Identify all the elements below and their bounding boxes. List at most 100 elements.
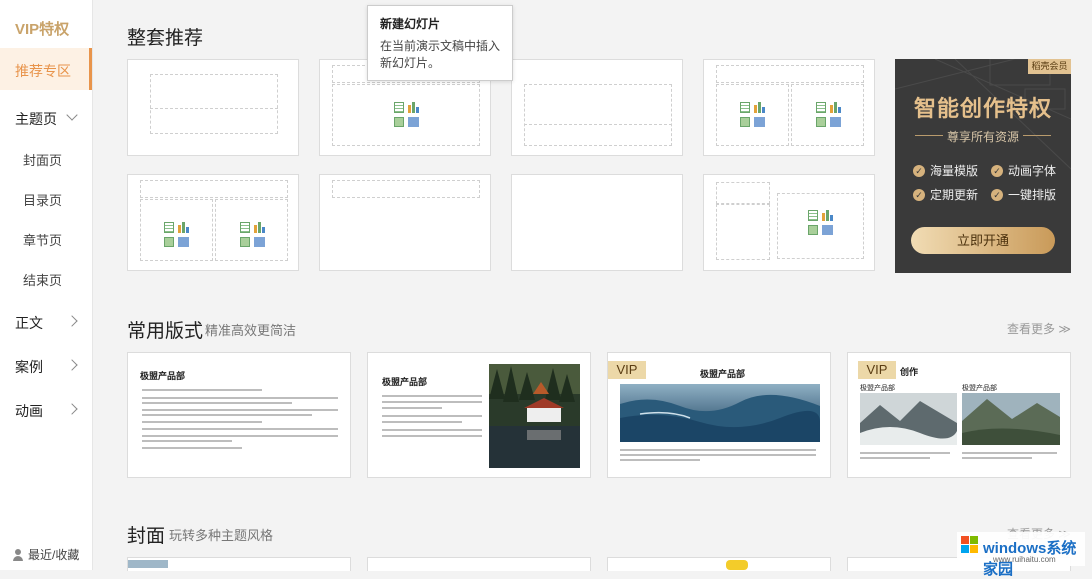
template-card[interactable] — [127, 59, 299, 156]
text-line — [382, 401, 482, 403]
text-line — [382, 421, 462, 423]
placeholder — [716, 182, 770, 204]
check-icon: ✓ — [991, 164, 1003, 177]
text-line — [382, 415, 482, 417]
content-placeholder-icon — [240, 222, 266, 250]
sidebar-subitem-cover[interactable]: 封面页 — [23, 150, 62, 169]
misty-mountain-image — [860, 393, 957, 445]
ocean-waves-image — [620, 384, 820, 442]
sidebar-item-recommended[interactable]: 推荐专区 — [0, 48, 92, 90]
sidebar-item-animation[interactable]: 动画 — [15, 401, 43, 421]
sidebar-item-label: 推荐专区 — [15, 63, 71, 79]
recent-favorites[interactable]: 最近/收藏 — [12, 546, 79, 563]
template-card[interactable] — [319, 174, 491, 271]
sidebar-item-body[interactable]: 正文 — [15, 313, 43, 333]
layout-card[interactable]: VIP 极盟产品部 — [607, 352, 831, 478]
vip-tag: 稻壳会员 — [1028, 59, 1071, 74]
template-card[interactable] — [511, 59, 683, 156]
text-line — [962, 452, 1057, 454]
watermark: windows系统家园 www.ruihaitu.com — [957, 532, 1085, 578]
template-card[interactable] — [703, 59, 875, 156]
vip-subtitle: 尊享所有资源 — [946, 130, 1019, 144]
column-title: 极盟产品部 — [860, 385, 895, 392]
vip-feature: ✓ 海量模版 — [913, 162, 978, 179]
sidebar-subitem-end[interactable]: 结束页 — [23, 270, 62, 289]
vip-title: 智能创作特权 — [913, 96, 1052, 121]
forest-house-image — [489, 364, 580, 468]
content-placeholder-icon — [164, 222, 190, 250]
cover-card[interactable] — [607, 557, 831, 571]
layout-card[interactable]: 极盟产品部 — [127, 352, 351, 478]
placeholder — [716, 65, 864, 83]
cover-thumbnail — [128, 560, 168, 568]
sidebar-item-cases[interactable]: 案例 — [15, 357, 43, 377]
activate-button[interactable]: 立即开通 — [911, 227, 1055, 254]
sidebar-subitem-toc[interactable]: 目录页 — [23, 190, 62, 209]
placeholder — [716, 204, 770, 260]
chevron-right-icon[interactable] — [66, 359, 78, 371]
check-icon: ✓ — [991, 188, 1003, 201]
see-more-link[interactable]: 查看更多 ≫ — [1007, 320, 1071, 337]
sidebar-item-theme[interactable]: 主题页 — [15, 109, 57, 129]
text-line — [142, 428, 338, 430]
content-placeholder-icon — [816, 102, 842, 130]
check-icon: ✓ — [913, 164, 925, 177]
windows-logo-icon — [961, 536, 979, 554]
vip-feature: ✓ 定期更新 — [913, 186, 978, 203]
section-title-cover: 封面 — [127, 526, 166, 547]
layout-card[interactable]: 极盟产品部 — [367, 352, 591, 478]
vip-promo-card[interactable]: 稻壳会员 智能创作特权 尊享所有资源 ✓ 海量模版 ✓ 动画字体 ✓ 定期更新 ✓ 一键… — [895, 59, 1071, 273]
layout-title: 极盟产品部 — [382, 377, 428, 387]
valley-image — [962, 393, 1060, 445]
text-line — [620, 454, 816, 456]
text-line — [382, 435, 482, 437]
text-line — [142, 447, 242, 449]
watermark-url: www.ruihaitu.com — [993, 555, 1056, 564]
tooltip-body: 在当前演示文稿中插入新幻灯片。 — [380, 39, 501, 70]
vip-feature: ✓ 一键排版 — [991, 186, 1056, 203]
content-placeholder-icon — [394, 102, 420, 130]
chevron-down-icon[interactable] — [66, 109, 78, 121]
sidebar-vip[interactable]: VIP特权 — [15, 18, 69, 39]
chevron-right-icon[interactable] — [66, 403, 78, 415]
template-card[interactable] — [703, 174, 875, 271]
divider — [524, 124, 672, 125]
vip-badge: VIP — [608, 361, 646, 379]
placeholder — [524, 84, 672, 146]
text-line — [142, 414, 312, 416]
tooltip: 新建幻灯片 在当前演示文稿中插入新幻灯片。 — [367, 5, 513, 81]
template-card[interactable] — [511, 174, 683, 271]
layout-title: 极盟产品部 — [140, 371, 186, 381]
text-line — [142, 389, 262, 391]
placeholder — [140, 180, 288, 198]
text-line — [382, 395, 482, 397]
recent-label: 最近/收藏 — [28, 548, 80, 562]
text-line — [142, 440, 232, 442]
placeholder — [332, 180, 480, 198]
layout-title: 极盟产品部 — [700, 369, 746, 379]
divider — [150, 108, 278, 109]
template-card[interactable] — [127, 174, 299, 271]
text-line — [620, 459, 700, 461]
placeholder — [150, 74, 278, 134]
layout-card[interactable]: VIP 创作 极盟产品部 极盟产品部 — [847, 352, 1071, 478]
text-line — [142, 409, 338, 411]
section-title-layouts: 常用版式 — [127, 321, 204, 342]
section-subtitle: 精准高效更简洁 — [205, 323, 297, 338]
column-title: 极盟产品部 — [962, 385, 997, 392]
sidebar: VIP特权 推荐专区 主题页 封面页 目录页 章节页 结束页 正文 案例 动画 … — [0, 0, 93, 570]
content-placeholder-icon — [808, 210, 834, 238]
section-title-full-sets: 整套推荐 — [127, 28, 204, 49]
chevron-right-icon[interactable] — [66, 315, 78, 327]
sidebar-subitem-chapter[interactable]: 章节页 — [23, 230, 62, 249]
check-icon: ✓ — [913, 188, 925, 201]
tooltip-title: 新建幻灯片 — [380, 17, 441, 31]
text-line — [620, 449, 816, 451]
text-line — [142, 402, 292, 404]
cover-card[interactable] — [367, 557, 591, 571]
section-subtitle: 玩转多种主题风格 — [169, 528, 274, 543]
text-line — [962, 457, 1032, 459]
vip-badge: VIP — [858, 361, 896, 379]
user-icon — [12, 548, 24, 561]
cover-card[interactable] — [127, 557, 351, 571]
